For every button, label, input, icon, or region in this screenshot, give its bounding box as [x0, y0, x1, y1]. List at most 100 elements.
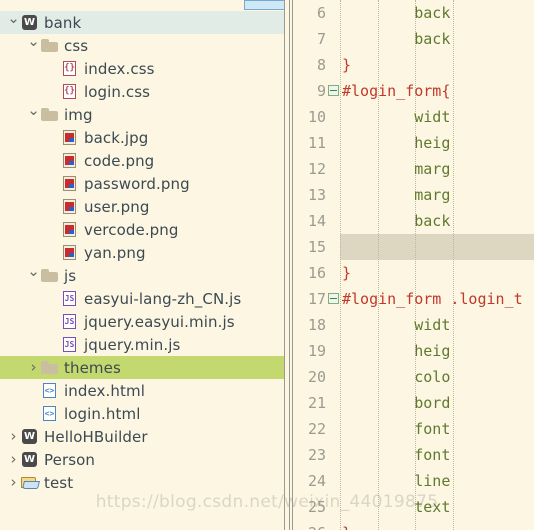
code-line[interactable]: 19 heig: [294, 338, 534, 364]
tree-item-label: back.jpg: [84, 128, 149, 147]
code-line[interactable]: 21 bord: [294, 390, 534, 416]
tree-item-themes[interactable]: themes: [0, 356, 285, 379]
code-line[interactable]: 10 widt: [294, 104, 534, 130]
line-number: 7: [316, 30, 326, 48]
line-number: 17: [307, 290, 326, 308]
code-line[interactable]: 23 font: [294, 442, 534, 468]
tree-item-css[interactable]: css: [0, 34, 285, 57]
tree-horizontal-scrollbar-thumb[interactable]: [244, 0, 285, 10]
code-text: #login_form .login_t: [340, 290, 523, 308]
code-line[interactable]: 22 font: [294, 416, 534, 442]
js-file-icon: JS: [61, 312, 80, 331]
project-icon: [21, 427, 40, 446]
tree-item-person[interactable]: Person: [0, 448, 285, 471]
code-token: marg: [342, 186, 451, 204]
line-number: 15: [307, 238, 326, 256]
code-text: heig: [340, 342, 450, 360]
code-line[interactable]: 25 text: [294, 494, 534, 520]
chevron-right-icon[interactable]: [26, 360, 41, 375]
code-token: text: [342, 498, 451, 516]
tree-item-label: user.png: [84, 197, 150, 216]
code-line[interactable]: 20 colo: [294, 364, 534, 390]
tree-item-password-png[interactable]: password.png: [0, 172, 285, 195]
line-number: 13: [307, 186, 326, 204]
project-explorer-panel: bankcss{}index.css{}login.cssimg back.jpg…: [0, 0, 285, 530]
code-line[interactable]: 8}: [294, 52, 534, 78]
code-line[interactable]: 9 #login_form{: [294, 78, 534, 104]
tree-item-back-jpg[interactable]: back.jpg: [0, 126, 285, 149]
code-text: line: [340, 472, 450, 490]
tree-item-login-css[interactable]: {} login.css: [0, 80, 285, 103]
tree-item-bank[interactable]: bank: [0, 11, 285, 34]
line-number: 21: [307, 394, 326, 412]
tree-item-login-html[interactable]: <> login.html: [0, 402, 285, 425]
code-line[interactable]: 18 widt: [294, 312, 534, 338]
fold-collapse-icon[interactable]: [328, 78, 340, 104]
code-token: #login_form .login_t: [342, 290, 523, 308]
tree-item-js[interactable]: js: [0, 264, 285, 287]
code-line[interactable]: 7 back: [294, 26, 534, 52]
tree-item-label: themes: [64, 358, 121, 377]
tree-item-label: index.html: [64, 381, 145, 400]
code-text: widt: [340, 316, 450, 334]
code-line[interactable]: 13 marg: [294, 182, 534, 208]
line-number: 6: [316, 4, 326, 22]
code-line[interactable]: 24 line: [294, 468, 534, 494]
code-line[interactable]: 15: [294, 234, 534, 260]
code-token: colo: [342, 368, 451, 386]
tree-item-index-css[interactable]: {} index.css: [0, 57, 285, 80]
chevron-down-icon[interactable]: [26, 38, 41, 53]
tree-item-jquery-easyui-min-js[interactable]: JS jquery.easyui.min.js: [0, 310, 285, 333]
code-line[interactable]: 12 marg: [294, 156, 534, 182]
code-line[interactable]: 16}: [294, 260, 534, 286]
line-number: 8: [316, 56, 326, 74]
chevron-down-icon[interactable]: [6, 15, 21, 30]
tree-item-label: vercode.png: [84, 220, 179, 239]
code-token: line: [342, 472, 451, 490]
image-file-icon: [61, 151, 80, 170]
code-text: font: [340, 446, 450, 464]
project-icon: [21, 13, 40, 32]
code-line[interactable]: 6 back: [294, 0, 534, 26]
tree-item-hellohbuilder[interactable]: HelloHBuilder: [0, 425, 285, 448]
panel-divider[interactable]: [285, 0, 294, 530]
image-file-icon: [61, 197, 80, 216]
line-number: 12: [307, 160, 326, 178]
tree-item-yan-png[interactable]: yan.png: [0, 241, 285, 264]
chevron-right-icon[interactable]: [6, 429, 21, 444]
tree-item-easyui-lang-zh-cn-js[interactable]: JS easyui-lang-zh_CN.js: [0, 287, 285, 310]
html-file-icon: <>: [41, 404, 60, 423]
tree-item-img[interactable]: img: [0, 103, 285, 126]
tree-item-code-png[interactable]: code.png: [0, 149, 285, 172]
tree-item-index-html[interactable]: <> index.html: [0, 379, 285, 402]
chevron-down-icon[interactable]: [26, 107, 41, 122]
code-text: bord: [340, 394, 450, 412]
code-lines: 6 back 7 back 8} 9 #login_form{10 widt 11 hei…: [294, 0, 534, 530]
code-text: }: [340, 56, 351, 74]
image-file-icon: [61, 243, 80, 262]
fold-collapse-icon[interactable]: [328, 286, 340, 312]
line-number: 23: [307, 446, 326, 464]
code-line[interactable]: 11 heig: [294, 130, 534, 156]
chevron-down-icon[interactable]: [26, 268, 41, 283]
code-text: widt: [340, 108, 450, 126]
code-editor-panel[interactable]: 6 back 7 back 8} 9 #login_form{10 widt 11 hei…: [294, 0, 534, 530]
image-file-icon: [61, 174, 80, 193]
tree-item-user-png[interactable]: user.png: [0, 195, 285, 218]
code-line[interactable]: 14 back: [294, 208, 534, 234]
code-line[interactable]: 26}: [294, 520, 534, 530]
chevron-right-icon[interactable]: [6, 475, 21, 490]
tree-item-vercode-png[interactable]: vercode.png: [0, 218, 285, 241]
code-text: back: [340, 30, 450, 48]
chevron-right-icon[interactable]: [6, 452, 21, 467]
tree-item-jquery-min-js[interactable]: JS jquery.min.js: [0, 333, 285, 356]
tree-item-test[interactable]: test: [0, 471, 285, 494]
code-line[interactable]: 17 #login_form .login_t: [294, 286, 534, 312]
